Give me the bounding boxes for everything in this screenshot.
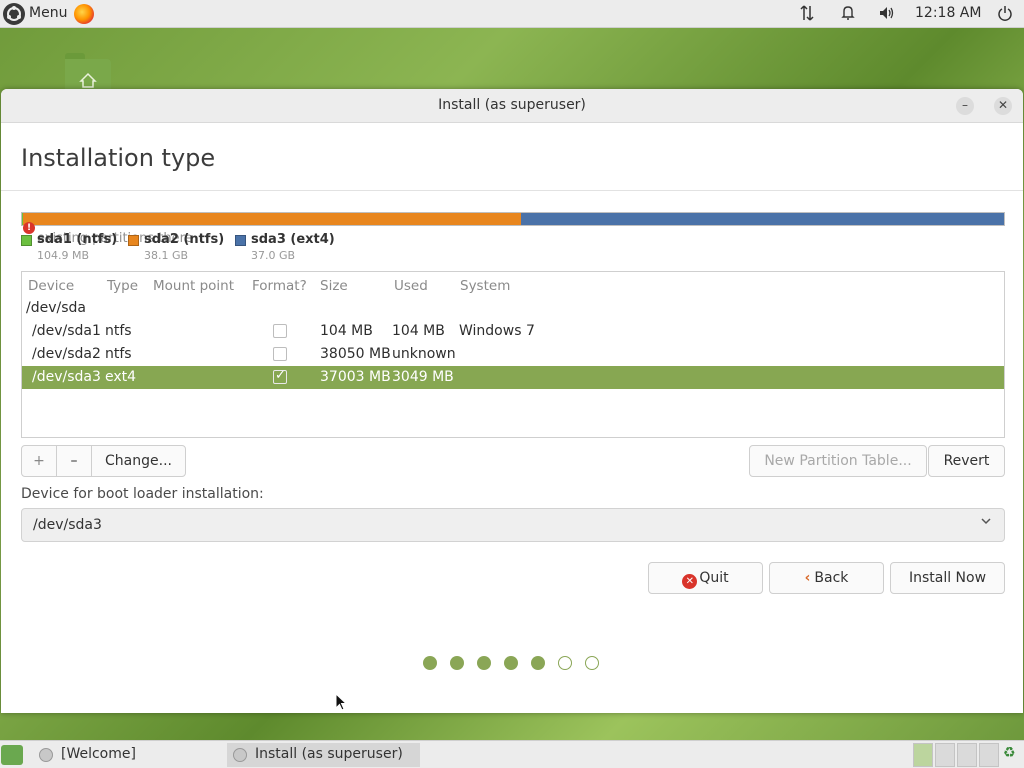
- trash-icon[interactable]: ♻: [1003, 745, 1021, 765]
- add-partition-button[interactable]: +: [22, 446, 56, 476]
- notification-bell-icon[interactable]: [841, 4, 855, 26]
- step-dot-complete: [477, 656, 491, 670]
- task-installer[interactable]: Install (as superuser): [227, 743, 420, 767]
- network-icon[interactable]: [800, 4, 814, 26]
- divider: [1, 190, 1023, 191]
- show-desktop-icon[interactable]: [1, 745, 23, 765]
- device-cell: /dev/sda: [26, 300, 86, 316]
- installer-window: Install (as superuser) – ✕ Installation …: [1, 89, 1023, 713]
- legend-size: 38.1 GB: [144, 249, 189, 262]
- table-row[interactable]: /dev/sda2 ntfs 38050 MB unknown: [22, 343, 1004, 366]
- taskbar: [Welcome] Install (as superuser) ♻: [0, 740, 1024, 768]
- minimize-icon[interactable]: –: [956, 97, 974, 115]
- size-cell: 37003 MB: [320, 369, 391, 385]
- app-icon: [233, 748, 247, 762]
- type-cell: ext4: [105, 369, 137, 385]
- column-header-used[interactable]: Used: [394, 278, 428, 294]
- device-cell: /dev/sda2: [32, 346, 101, 362]
- legend-swatch: [128, 235, 139, 246]
- table-row-disk[interactable]: /dev/sda: [22, 297, 1004, 320]
- system-cell: Windows 7: [459, 323, 535, 339]
- legend-size: 37.0 GB: [251, 249, 296, 262]
- column-header-type[interactable]: Type: [107, 278, 138, 294]
- task-label: [Welcome]: [61, 746, 136, 762]
- workspace-2[interactable]: [935, 743, 955, 767]
- step-dot-pending: [585, 656, 599, 670]
- column-header-mount-point[interactable]: Mount point: [153, 278, 234, 294]
- column-header-device[interactable]: Device: [28, 278, 74, 294]
- quit-label: Quit: [699, 570, 729, 586]
- used-cell: 3049 MB: [392, 369, 454, 385]
- workspace-3[interactable]: [957, 743, 977, 767]
- workspace-4[interactable]: [979, 743, 999, 767]
- bootloader-select[interactable]: /dev/sda3: [21, 508, 1005, 542]
- type-cell: ntfs: [105, 346, 132, 362]
- step-dot-complete: [531, 656, 545, 670]
- firefox-icon[interactable]: [74, 4, 94, 24]
- format-checkbox-checked[interactable]: ✓: [273, 368, 287, 384]
- menu-logo-icon[interactable]: [3, 3, 25, 25]
- volume-icon[interactable]: [878, 4, 896, 26]
- back-arrow-icon: ‹: [804, 570, 811, 586]
- legend-name: sda1 (ntfs): [37, 232, 118, 247]
- table-row[interactable]: /dev/sda1 ntfs 104 MB 104 MB Windows 7: [22, 320, 1004, 343]
- menu-button[interactable]: Menu: [29, 5, 67, 21]
- size-cell: 38050 MB: [320, 346, 391, 362]
- window-title: Install (as superuser): [438, 97, 586, 113]
- chevron-down-icon: [980, 515, 992, 531]
- quit-icon: ✕: [682, 574, 698, 589]
- format-checkbox[interactable]: [273, 324, 287, 338]
- task-welcome[interactable]: [Welcome]: [33, 743, 225, 767]
- size-cell: 104 MB: [320, 323, 373, 339]
- home-folder-icon[interactable]: [65, 53, 111, 93]
- column-header-size[interactable]: Size: [320, 278, 348, 294]
- warning-icon: !: [23, 222, 35, 234]
- legend-size: 104.9 MB: [37, 249, 90, 262]
- column-header-format[interactable]: Format?: [252, 278, 307, 294]
- used-cell: 104 MB: [392, 323, 445, 339]
- step-dot-complete: [450, 656, 464, 670]
- bootloader-label: Device for boot loader installation:: [21, 486, 264, 502]
- used-cell: unknown: [392, 346, 456, 362]
- task-label: Install (as superuser): [255, 746, 403, 762]
- workspace-1[interactable]: [913, 743, 933, 767]
- device-cell: /dev/sda3: [32, 369, 101, 385]
- revert-button[interactable]: Revert: [928, 445, 1005, 477]
- power-icon[interactable]: [997, 4, 1013, 26]
- remove-partition-button[interactable]: –: [57, 446, 91, 476]
- new-partition-table-button[interactable]: New Partition Table...: [749, 445, 927, 477]
- legend-name: sda3 (ext4): [251, 232, 335, 247]
- bootloader-value: /dev/sda3: [33, 517, 102, 533]
- page-title: Installation type: [21, 144, 216, 172]
- partition-table[interactable]: Device Type Mount point Format? Size Use…: [21, 271, 1005, 438]
- partition-segment-sda2: [23, 213, 521, 225]
- top-panel: Menu 12:18 AM: [0, 0, 1024, 28]
- step-dot-complete: [423, 656, 437, 670]
- partition-toolbar: + – Change...: [21, 445, 186, 477]
- install-now-button[interactable]: Install Now: [890, 562, 1005, 594]
- device-cell: /dev/sda1: [32, 323, 101, 339]
- titlebar[interactable]: Install (as superuser) – ✕: [1, 89, 1023, 123]
- legend-name: sda2 (ntfs): [144, 232, 225, 247]
- step-dot-pending: [558, 656, 572, 670]
- mouse-cursor-icon: [335, 692, 348, 713]
- app-icon: [39, 748, 53, 762]
- clock[interactable]: 12:18 AM: [915, 5, 981, 21]
- step-dot-complete: [504, 656, 518, 670]
- checkmark-icon: ✓: [275, 368, 286, 383]
- format-checkbox[interactable]: [273, 347, 287, 361]
- change-partition-button[interactable]: Change...: [92, 446, 185, 476]
- close-icon[interactable]: ✕: [994, 97, 1012, 115]
- partition-bar: [21, 212, 1005, 226]
- type-cell: ntfs: [105, 323, 132, 339]
- table-row-selected[interactable]: /dev/sda3 ext4 ✓ 37003 MB 3049 MB: [22, 366, 1004, 389]
- partition-segment-sda3: [521, 213, 1004, 225]
- legend-swatch: [235, 235, 246, 246]
- back-label: Back: [814, 570, 849, 586]
- back-button[interactable]: ‹ Back: [769, 562, 884, 594]
- step-progress: [423, 656, 613, 672]
- column-header-system[interactable]: System: [460, 278, 510, 294]
- quit-button[interactable]: ✕ Quit: [648, 562, 763, 594]
- legend-swatch: [21, 235, 32, 246]
